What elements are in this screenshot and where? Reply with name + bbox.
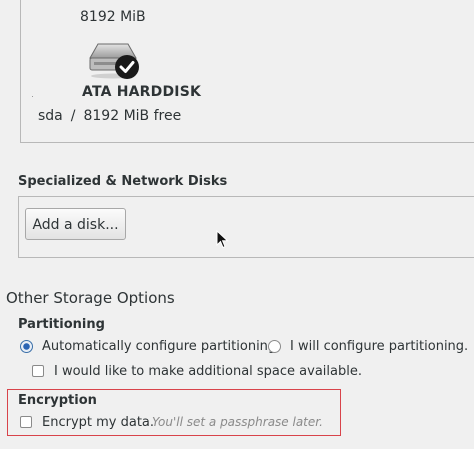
auto-partitioning-radio[interactable] [20, 340, 33, 353]
disk-separator: / [70, 108, 76, 124]
disk-free-space: 8192 MiB free [83, 108, 182, 124]
encryption-title: Encryption [18, 393, 97, 408]
disk-free-line: sda / 8192 MiB free [38, 108, 181, 124]
disk-size-label: 8192 MiB [80, 9, 146, 25]
checkmark-icon [115, 55, 139, 79]
add-disk-button[interactable]: Add a disk... [25, 208, 126, 240]
harddisk-icon[interactable] [88, 40, 144, 82]
manual-partitioning-radio[interactable] [268, 340, 281, 353]
disk-name: ATA HARDDISK [82, 84, 202, 100]
specialized-section-title: Specialized & Network Disks [18, 174, 228, 189]
other-storage-title: Other Storage Options [6, 289, 175, 307]
mouse-cursor-icon [216, 229, 230, 250]
additional-space-checkbox[interactable] [32, 365, 44, 377]
manual-partitioning-label[interactable]: I will configure partitioning. [290, 339, 468, 354]
passphrase-hint: You'll set a passphrase later. [152, 415, 323, 429]
encrypt-data-checkbox[interactable] [20, 416, 32, 428]
divider-dot [32, 96, 33, 97]
disk-device: sda [38, 108, 63, 124]
additional-space-label[interactable]: I would like to make additional space av… [54, 364, 362, 379]
auto-partitioning-label[interactable]: Automatically configure partitioning. [42, 339, 280, 354]
partitioning-title: Partitioning [18, 317, 105, 332]
encrypt-data-label[interactable]: Encrypt my data. [42, 415, 154, 430]
